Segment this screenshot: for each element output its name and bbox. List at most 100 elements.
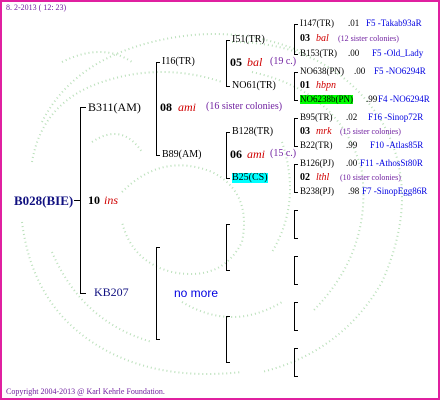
l4-b-mid-num: 01 (300, 80, 310, 91)
gs-b-sisters: (15 c.) (270, 148, 297, 159)
l4-b-mid-tag: hbpn (316, 80, 336, 91)
l4-d2-val: .98 (348, 186, 360, 196)
pedigree-chart: 8. 2-2013 ( 12: 23) B028(BIE) 10 ins B31… (0, 0, 440, 400)
tree-line (226, 316, 227, 362)
gs-b-name[interactable]: B89(AM) (162, 150, 201, 160)
l4-c1-name[interactable]: B95(TR) (300, 113, 333, 122)
tree-line (294, 256, 295, 284)
sire-name[interactable]: B311(AM) (88, 101, 141, 113)
tree-line (294, 100, 298, 101)
tree-line (294, 72, 298, 73)
tree-line (156, 62, 160, 63)
tree-line (294, 238, 298, 239)
tree-line (80, 107, 81, 293)
tree-line (226, 316, 230, 317)
l4-a2-f: F5 -Old_Lady (372, 48, 424, 58)
l4-b2-val: .99 (366, 94, 378, 104)
tree-line (294, 348, 298, 349)
tree-line (226, 362, 230, 363)
l4-a2-name[interactable]: B153(TR) (300, 49, 337, 58)
copyright-footer: Copyright 2004-2013 @ Karl Kehrle Founda… (6, 387, 165, 396)
l4-b1-name[interactable]: NO638(PN) (300, 67, 344, 76)
sire-tag: ami (178, 100, 196, 114)
tree-line (294, 256, 298, 257)
l4-c1-f: F16 -Sinop72R (368, 112, 424, 122)
tree-line (226, 132, 230, 133)
l4-c2-val: .99 (346, 140, 358, 150)
tree-line (226, 132, 227, 178)
l4-c2-name[interactable]: B22(TR) (300, 141, 333, 150)
l4-d2-f: F7 -SinopEgg86R (362, 186, 428, 196)
root-name[interactable]: B028(BIE) (14, 194, 73, 207)
gs-a-sisters: (19 c.) (270, 56, 297, 67)
l4-d-mid-sisters: (10 sister colonies) (340, 173, 401, 182)
dam-name[interactable]: KB207 (94, 286, 129, 298)
tree-line (294, 210, 295, 238)
ggs-b-name[interactable]: NO61(TR) (232, 81, 276, 91)
tree-line (294, 210, 298, 211)
l4-c-mid-tag: mrk (316, 126, 332, 137)
l4-d2-name[interactable]: B238(PJ) (300, 187, 334, 196)
tree-line (226, 270, 230, 271)
l4-b1-val: .00 (354, 66, 366, 76)
tree-line (156, 247, 160, 248)
l4-a1-val: .01 (348, 18, 360, 28)
no-more-note: no more (174, 286, 219, 300)
l4-d1-f: F11 -AthosSt80R (360, 158, 423, 168)
tree-line (156, 247, 157, 339)
tree-line (294, 164, 298, 165)
gs-b-num: 06 (230, 147, 242, 161)
l4-d-mid-tag: lthl (316, 172, 330, 183)
l4-a1-name[interactable]: I147(TR) (300, 19, 334, 28)
tree-line (226, 224, 227, 270)
tree-line (294, 284, 298, 285)
l4-b2-name[interactable]: NO6238b(PN) (300, 95, 353, 104)
gs-a-tag: bal (247, 55, 263, 69)
root-tag: ins (104, 193, 119, 207)
l4-d1-name[interactable]: B126(PJ) (300, 159, 334, 168)
l4-a2-val: .00 (348, 48, 360, 58)
l4-b2-f: F4 -NO6294R (378, 94, 430, 104)
tree-line (156, 339, 160, 340)
tree-line (294, 302, 295, 330)
tree-line (80, 107, 86, 108)
tree-line (226, 40, 230, 41)
ggs-d-name[interactable]: B25(CS) (232, 173, 268, 183)
tree-line (294, 164, 295, 192)
tree-line (294, 376, 298, 377)
tree-line (294, 302, 298, 303)
tree-line (294, 24, 295, 54)
l4-a-mid-tag: bal (316, 33, 329, 44)
gs-b-tag: ami (247, 147, 265, 161)
tree-line (294, 54, 298, 55)
gs-a-name[interactable]: I16(TR) (162, 57, 195, 67)
tree-line (294, 24, 298, 25)
tree-line (226, 86, 230, 87)
tree-line (226, 224, 230, 225)
tree-line (294, 118, 295, 146)
l4-c1-val: .02 (346, 112, 358, 122)
tree-line (294, 146, 298, 147)
tree-line (294, 330, 298, 331)
ggs-a-name[interactable]: I51(TR) (232, 35, 265, 45)
l4-d-mid-num: 02 (300, 172, 310, 183)
l4-b1-f: F5 -NO6294R (374, 66, 426, 76)
tree-line (156, 62, 157, 155)
tree-line (294, 192, 298, 193)
tree-line (294, 118, 298, 119)
l4-a1-f: F5 -Takab93aR (366, 18, 422, 28)
sire-sisters: (16 sister colonies) (206, 101, 283, 112)
tree-line (226, 40, 227, 86)
l4-a-mid-sisters: (12 sister colonies) (338, 34, 399, 43)
tree-line (74, 200, 80, 201)
root-num: 10 (88, 193, 100, 207)
tree-line (294, 348, 295, 376)
l4-c-mid-sisters: (15 sister colonies) (340, 127, 401, 136)
l4-c-mid-num: 03 (300, 126, 310, 137)
sire-num: 08 (160, 100, 172, 114)
tree-line (294, 72, 295, 100)
tree-line (226, 178, 230, 179)
l4-a-mid-num: 03 (300, 33, 310, 44)
ggs-c-name[interactable]: B128(TR) (232, 127, 273, 137)
tree-line (80, 293, 86, 294)
